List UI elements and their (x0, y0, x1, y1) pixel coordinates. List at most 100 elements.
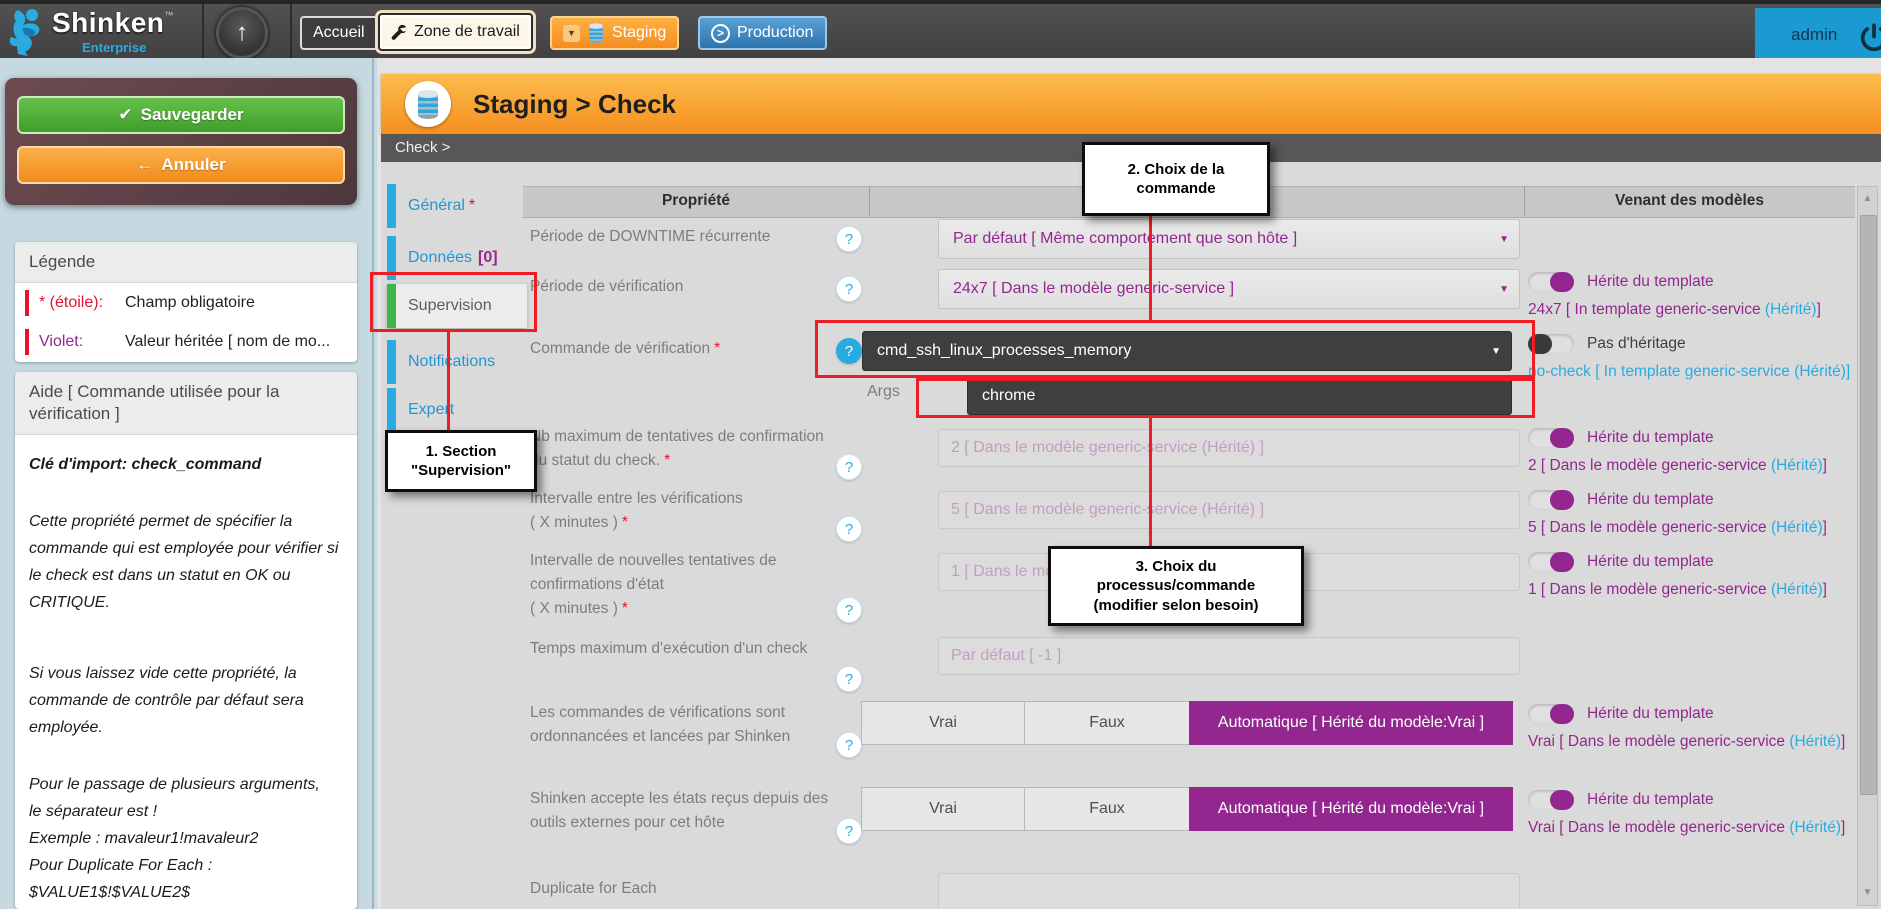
toggle-knob (1550, 428, 1574, 448)
inherit-toggle[interactable] (1528, 552, 1574, 572)
scrollbar-thumb[interactable] (1860, 215, 1877, 795)
passive-checks-segmented: Vrai Faux Automatique [ Hérité du modèle… (861, 787, 1514, 831)
legend-panel: Légende * (étoile): Champ obligatoire Vi… (15, 242, 357, 362)
scroll-top-button[interactable]: ↑ (216, 7, 268, 59)
cancel-button-label: Annuler (161, 155, 225, 175)
option-vrai[interactable]: Vrai (861, 787, 1025, 831)
tab-indicator (387, 184, 396, 228)
tab-label: Notifications (408, 353, 495, 371)
inherited-value: Vrai [ Dans le modèle generic-service (H… (1528, 730, 1858, 753)
staging-dropdown-caret[interactable]: ▼ (563, 25, 580, 42)
required-star: * (622, 514, 628, 531)
help-paragraph: Pour le passage de plusieurs arguments, … (29, 771, 343, 906)
toggle-knob (1550, 490, 1574, 510)
question-icon: ? (845, 823, 853, 840)
inheritance-check-interval: Hérite du template 5 [ Dans le modèle ge… (1528, 488, 1873, 539)
check-period-select[interactable]: 24x7 [ Dans le modèle generic-service ] … (938, 269, 1520, 309)
tab-general[interactable]: Général * (387, 184, 523, 228)
legend-term: * (étoile): (39, 294, 125, 312)
help-icon[interactable]: ? (836, 226, 862, 252)
power-icon[interactable] (1857, 21, 1881, 60)
inherit-toggle[interactable] (1528, 490, 1574, 510)
required-star: * (664, 452, 670, 469)
help-icon[interactable]: ? (836, 276, 862, 302)
option-automatique-selected[interactable]: Automatique [ Hérité du modèle:Vrai ] (1189, 787, 1513, 831)
production-button[interactable]: > Production (698, 16, 827, 50)
inherit-toggle[interactable] (1528, 428, 1574, 448)
scrollbar-up-arrow[interactable]: ▲ (1858, 189, 1877, 209)
brand-name: Shinken (52, 6, 164, 40)
duplicate-for-each-input (938, 873, 1520, 909)
downtime-period-select[interactable]: Par défaut [ Même comportement que son h… (938, 219, 1520, 259)
inherit-state-label: Hérite du template (1587, 426, 1714, 449)
field-label-duplicate-for-each: Duplicate for Each (530, 877, 835, 901)
option-faux[interactable]: Faux (1024, 787, 1190, 831)
question-icon: ? (845, 281, 853, 298)
column-header-templates: Venant des modèles (1524, 186, 1855, 216)
breadcrumb-label: Check > (395, 139, 450, 156)
help-import-key: Clé d'import: check_command (29, 451, 343, 478)
inherited-value: no-check [ In template generic-service (… (1528, 360, 1873, 383)
check-icon: ✔ (118, 105, 132, 125)
wrench-icon (391, 24, 407, 40)
max-attempts-input (938, 429, 1520, 467)
required-star: * (469, 197, 475, 215)
active-checks-segmented: Vrai Faux Automatique [ Hérité du modèle… (861, 701, 1514, 745)
cancel-button[interactable]: ← Annuler (17, 146, 345, 184)
option-vrai[interactable]: Vrai (861, 701, 1025, 745)
staging-button[interactable]: ▼ Staging (550, 16, 679, 50)
field-label-passive-checks: Shinken accepte les états reçus depuis d… (530, 787, 835, 835)
help-icon[interactable]: ? (836, 454, 862, 480)
question-icon: ? (845, 231, 853, 248)
tab-notifications[interactable]: Notifications (387, 340, 523, 384)
shinken-logo[interactable]: Shinken ™ Enterprise (8, 6, 173, 61)
help-icon[interactable]: ? (836, 516, 862, 542)
caret-down-icon: ▼ (567, 28, 576, 38)
home-button[interactable]: Accueil (300, 16, 378, 50)
inherited-value: 2 [ Dans le modèle generic-service (Héri… (1528, 454, 1873, 477)
inherit-toggle[interactable] (1528, 704, 1574, 724)
tab-expert[interactable]: Expert (387, 388, 523, 432)
field-label-active-checks: Les commandes de vérifications sont ordo… (530, 701, 835, 749)
scrollbar-down-arrow[interactable]: ▼ (1858, 883, 1877, 903)
brand-subtitle: Enterprise (82, 40, 146, 55)
option-faux[interactable]: Faux (1024, 701, 1190, 745)
question-icon: ? (845, 459, 853, 476)
annotation-rect-command-select (815, 320, 1535, 378)
tab-label: Données (408, 249, 472, 267)
legend-row-inherited: Violet: Valeur héritée [ nom de mo... (15, 322, 357, 361)
annotation-line (447, 332, 450, 430)
vertical-scrollbar[interactable]: ▲ ▼ (1857, 186, 1878, 906)
question-icon: ? (845, 671, 853, 688)
toggle-knob (1550, 552, 1574, 572)
page-title: Staging > Check (473, 89, 676, 120)
column-separator (1524, 186, 1525, 216)
topbar-separator (290, 4, 292, 62)
chevron-right-icon: > (717, 26, 724, 40)
option-automatique-selected[interactable]: Automatique [ Hérité du modèle:Vrai ] (1189, 701, 1513, 745)
inheritance-max-attempts: Hérite du template 2 [ Dans le modèle ge… (1528, 426, 1873, 477)
column-separator (869, 186, 870, 216)
topbar-separator (202, 4, 204, 62)
inherit-toggle[interactable] (1528, 272, 1574, 292)
user-menu[interactable]: admin (1755, 8, 1881, 62)
legend-title: Légende (15, 242, 357, 283)
save-button[interactable]: ✔ Sauvegarder (17, 96, 345, 134)
inheritance-passive-checks: Hérite du template Vrai [ Dans le modèle… (1528, 788, 1873, 839)
inherit-toggle[interactable] (1528, 790, 1574, 810)
sidebar: ✔ Sauvegarder ← Annuler Légende * (étoil… (0, 58, 372, 909)
username-label: admin (1791, 25, 1837, 45)
help-icon[interactable]: ? (836, 666, 862, 692)
help-icon[interactable]: ? (836, 818, 862, 844)
help-icon[interactable]: ? (836, 597, 862, 623)
database-icon (405, 81, 451, 127)
inherit-state-label: Hérite du template (1587, 488, 1714, 511)
up-arrow-icon: ↑ (236, 19, 248, 47)
workzone-button[interactable]: Zone de travail (378, 13, 533, 51)
help-icon[interactable]: ? (836, 732, 862, 758)
staging-button-label: Staging (612, 24, 666, 42)
form-content: Propriété Venant des modèles Général * D… (381, 162, 1881, 909)
annotation-rect-supervision-tab (370, 272, 537, 332)
toggle-knob (1550, 704, 1574, 724)
brand-tm: ™ (164, 10, 173, 20)
